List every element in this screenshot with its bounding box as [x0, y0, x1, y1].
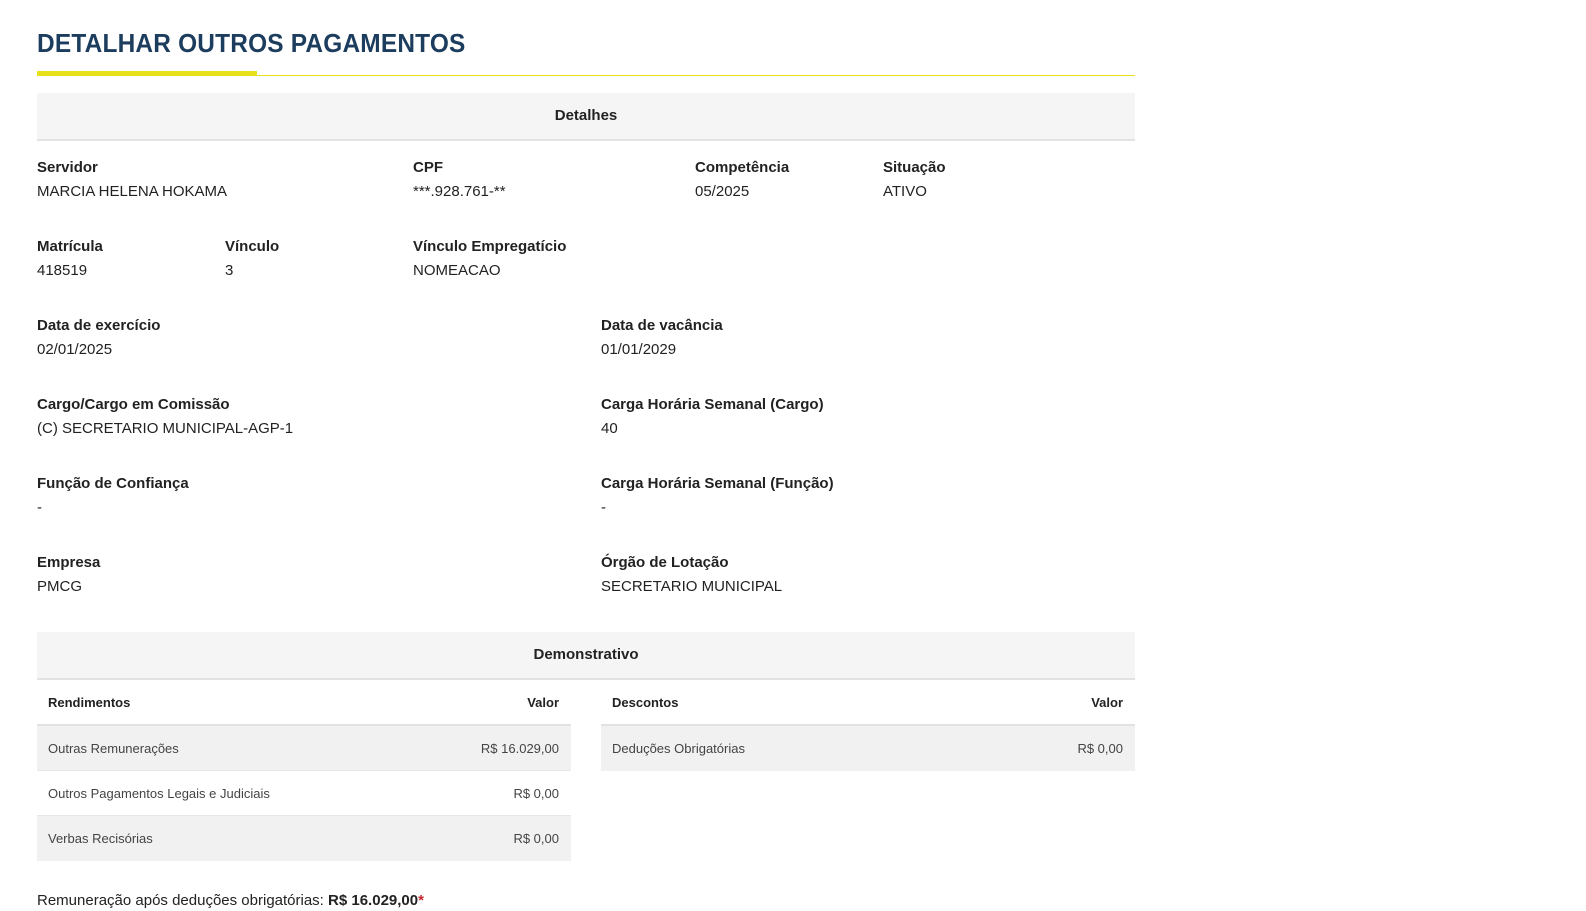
- field-carga-funcao: Carga Horária Semanal (Função) -: [601, 473, 834, 519]
- field-label: Matrícula: [37, 238, 103, 255]
- row-name: Verbas Recisórias: [48, 831, 153, 846]
- field-label: Vínculo: [225, 238, 280, 255]
- row-value: R$ 0,00: [513, 785, 559, 801]
- descontos-table-header: Descontos Valor: [601, 680, 1135, 726]
- field-value: 05/2025: [695, 183, 750, 200]
- field-label: Data de vacância: [601, 317, 723, 334]
- title-accent-bar: [37, 71, 257, 76]
- table-row: Outras Remunerações R$ 16.029,00: [37, 726, 571, 771]
- field-label: Servidor: [37, 159, 98, 176]
- table-row: Deduções Obrigatórias R$ 0,00: [601, 726, 1135, 771]
- column-header-valor: Valor: [527, 694, 559, 710]
- field-label: Competência: [695, 159, 790, 176]
- row-name: Deduções Obrigatórias: [612, 741, 745, 756]
- field-data-exercicio: Data de exercício 02/01/2025: [37, 315, 160, 361]
- row-value: R$ 0,00: [1077, 741, 1123, 756]
- field-label: Situação: [883, 159, 946, 176]
- field-label: Carga Horária Semanal (Cargo): [601, 396, 824, 413]
- field-funcao-confianca: Função de Confiança -: [37, 473, 189, 519]
- field-situacao: Situação ATIVO: [883, 157, 946, 203]
- table-row: Outros Pagamentos Legais e Judiciais R$ …: [37, 771, 571, 816]
- field-value: 3: [225, 262, 234, 279]
- field-value: -: [37, 499, 42, 516]
- field-value: 40: [601, 420, 618, 437]
- field-value: 418519: [37, 262, 88, 279]
- net-remuneration-note: Remuneração após deduções obrigatórias: …: [37, 892, 424, 909]
- field-label: Empresa: [37, 554, 101, 571]
- footnote-asterisk: *: [418, 892, 424, 909]
- field-label: Órgão de Lotação: [601, 554, 729, 571]
- field-value: (C) SECRETARIO MUNICIPAL-AGP-1: [37, 420, 294, 437]
- field-cpf: CPF ***.928.761-**: [413, 157, 506, 203]
- field-value: ATIVO: [883, 183, 927, 200]
- field-value: -: [601, 499, 606, 516]
- field-label: Função de Confiança: [37, 475, 189, 492]
- table-row: Verbas Recisórias R$ 0,00: [37, 816, 571, 861]
- field-label: Cargo/Cargo em Comissão: [37, 396, 230, 413]
- field-value: 02/01/2025: [37, 341, 113, 358]
- row-name: Outros Pagamentos Legais e Judiciais: [48, 785, 270, 801]
- net-remuneration-amount: R$ 16.029,00: [328, 892, 419, 909]
- demonstrativo-header: Demonstrativo: [37, 632, 1135, 680]
- field-value: ***.928.761-**: [413, 183, 506, 200]
- field-label: CPF: [413, 159, 443, 176]
- field-label: Carga Horária Semanal (Função): [601, 475, 834, 492]
- field-data-vacancia: Data de vacância 01/01/2029: [601, 315, 723, 361]
- details-header: Detalhes: [37, 93, 1135, 141]
- field-value: MARCIA HELENA HOKAMA: [37, 183, 228, 200]
- column-header-descontos: Descontos: [612, 694, 679, 710]
- row-name: Outras Remunerações: [48, 740, 179, 756]
- field-empresa: Empresa PMCG: [37, 552, 100, 598]
- rendimentos-table: Rendimentos Valor Outras Remunerações R$…: [37, 680, 571, 861]
- field-matricula: Matrícula 418519: [37, 236, 103, 282]
- page-title: DETALHAR OUTROS PAGAMENTOS: [37, 28, 466, 58]
- net-remuneration-label: Remuneração após deduções obrigatórias:: [37, 892, 324, 909]
- field-label: Data de exercício: [37, 317, 161, 334]
- field-value: NOMEACAO: [413, 262, 501, 279]
- field-value: SECRETARIO MUNICIPAL: [601, 578, 783, 595]
- field-value: 01/01/2029: [601, 341, 677, 358]
- field-cargo: Cargo/Cargo em Comissão (C) SECRETARIO M…: [37, 394, 293, 440]
- row-value: R$ 16.029,00: [480, 740, 559, 756]
- field-orgao-lotacao: Órgão de Lotação SECRETARIO MUNICIPAL: [601, 552, 782, 598]
- field-servidor: Servidor MARCIA HELENA HOKAMA: [37, 157, 227, 203]
- row-value: R$ 0,00: [513, 831, 559, 846]
- column-header-valor: Valor: [1091, 694, 1123, 710]
- field-vinculo-empregaticio: Vínculo Empregatício NOMEACAO: [413, 236, 566, 282]
- field-vinculo: Vínculo 3: [225, 236, 279, 282]
- field-carga-cargo: Carga Horária Semanal (Cargo) 40: [601, 394, 824, 440]
- rendimentos-table-header: Rendimentos Valor: [37, 680, 571, 726]
- descontos-table: Descontos Valor Deduções Obrigatórias R$…: [601, 680, 1135, 771]
- column-header-rendimentos: Rendimentos: [48, 694, 131, 710]
- field-value: PMCG: [37, 578, 82, 595]
- field-competencia: Competência 05/2025: [695, 157, 789, 203]
- field-label: Vínculo Empregatício: [413, 238, 567, 255]
